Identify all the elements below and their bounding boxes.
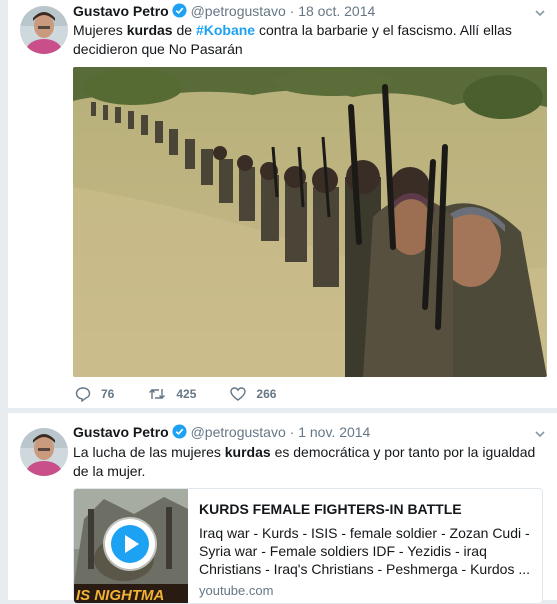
avatar[interactable]: [20, 6, 68, 54]
like-count: 266: [256, 387, 277, 401]
avatar[interactable]: [20, 428, 68, 476]
card-title[interactable]: KURDS FEMALE FIGHTERS-IN BATTLE: [199, 500, 539, 518]
author-handle[interactable]: @petrogustavo: [191, 424, 286, 440]
text-segment: La lucha de las mujeres: [73, 444, 225, 460]
text-highlight: kurdas: [126, 22, 173, 38]
tweet-1[interactable]: Gustavo Petro @petrogustavo · 18 oct. 20…: [8, 0, 557, 408]
play-icon[interactable]: [105, 519, 155, 569]
hashtag-link[interactable]: #Kobane: [196, 22, 255, 38]
reply-count: 76: [101, 387, 115, 401]
retweet-count: 425: [176, 387, 197, 401]
author-name[interactable]: Gustavo Petro: [73, 424, 169, 440]
video-thumbnail[interactable]: IS NIGHTMA: [74, 489, 188, 604]
tweet-date[interactable]: 18 oct. 2014: [298, 3, 375, 19]
author-name[interactable]: Gustavo Petro: [73, 3, 169, 19]
tweet-2[interactable]: Gustavo Petro @petrogustavo · 1 nov. 201…: [8, 412, 557, 604]
text-highlight: kurdas: [224, 444, 271, 460]
retweet-icon: [149, 389, 166, 399]
tweet-text: La lucha de las mujeres kurdas es democr…: [73, 443, 543, 481]
heart-icon: [230, 387, 247, 401]
separator: ·: [289, 424, 295, 440]
card-content: KURDS FEMALE FIGHTERS-IN BATTLE Iraq war…: [199, 500, 539, 598]
card-domain: youtube.com: [199, 583, 274, 598]
retweet-button[interactable]: 425: [148, 386, 196, 402]
tweet-header: Gustavo Petro @petrogustavo · 18 oct. 20…: [73, 3, 375, 21]
tweet-text: Mujeres kurdas de #Kobane contra la barb…: [73, 21, 543, 59]
like-button[interactable]: 266: [230, 386, 276, 402]
separator: ·: [289, 3, 295, 19]
reply-icon: [75, 387, 91, 402]
chevron-down-icon[interactable]: [533, 427, 547, 441]
verified-badge-icon: [172, 424, 187, 442]
link-card[interactable]: IS NIGHTMA KURDS FEMALE FIGHTERS-IN BATT…: [73, 488, 543, 604]
author-handle[interactable]: @petrogustavo: [191, 3, 286, 19]
reply-button[interactable]: 76: [75, 386, 114, 402]
card-description: Iraq war - Kurds - ISIS - female soldier…: [199, 525, 531, 577]
tweet-date[interactable]: 1 nov. 2014: [298, 424, 370, 440]
tweet-actions: 76 425 266: [75, 386, 310, 402]
chevron-down-icon[interactable]: [533, 6, 547, 20]
tweet-photo[interactable]: [73, 67, 547, 377]
text-segment: de: [172, 22, 196, 38]
text-segment: Mujeres: [73, 22, 127, 38]
verified-badge-icon: [172, 3, 187, 21]
tweet-header: Gustavo Petro @petrogustavo · 1 nov. 201…: [73, 424, 370, 442]
thumbnail-caption: IS NIGHTMA: [76, 587, 164, 604]
